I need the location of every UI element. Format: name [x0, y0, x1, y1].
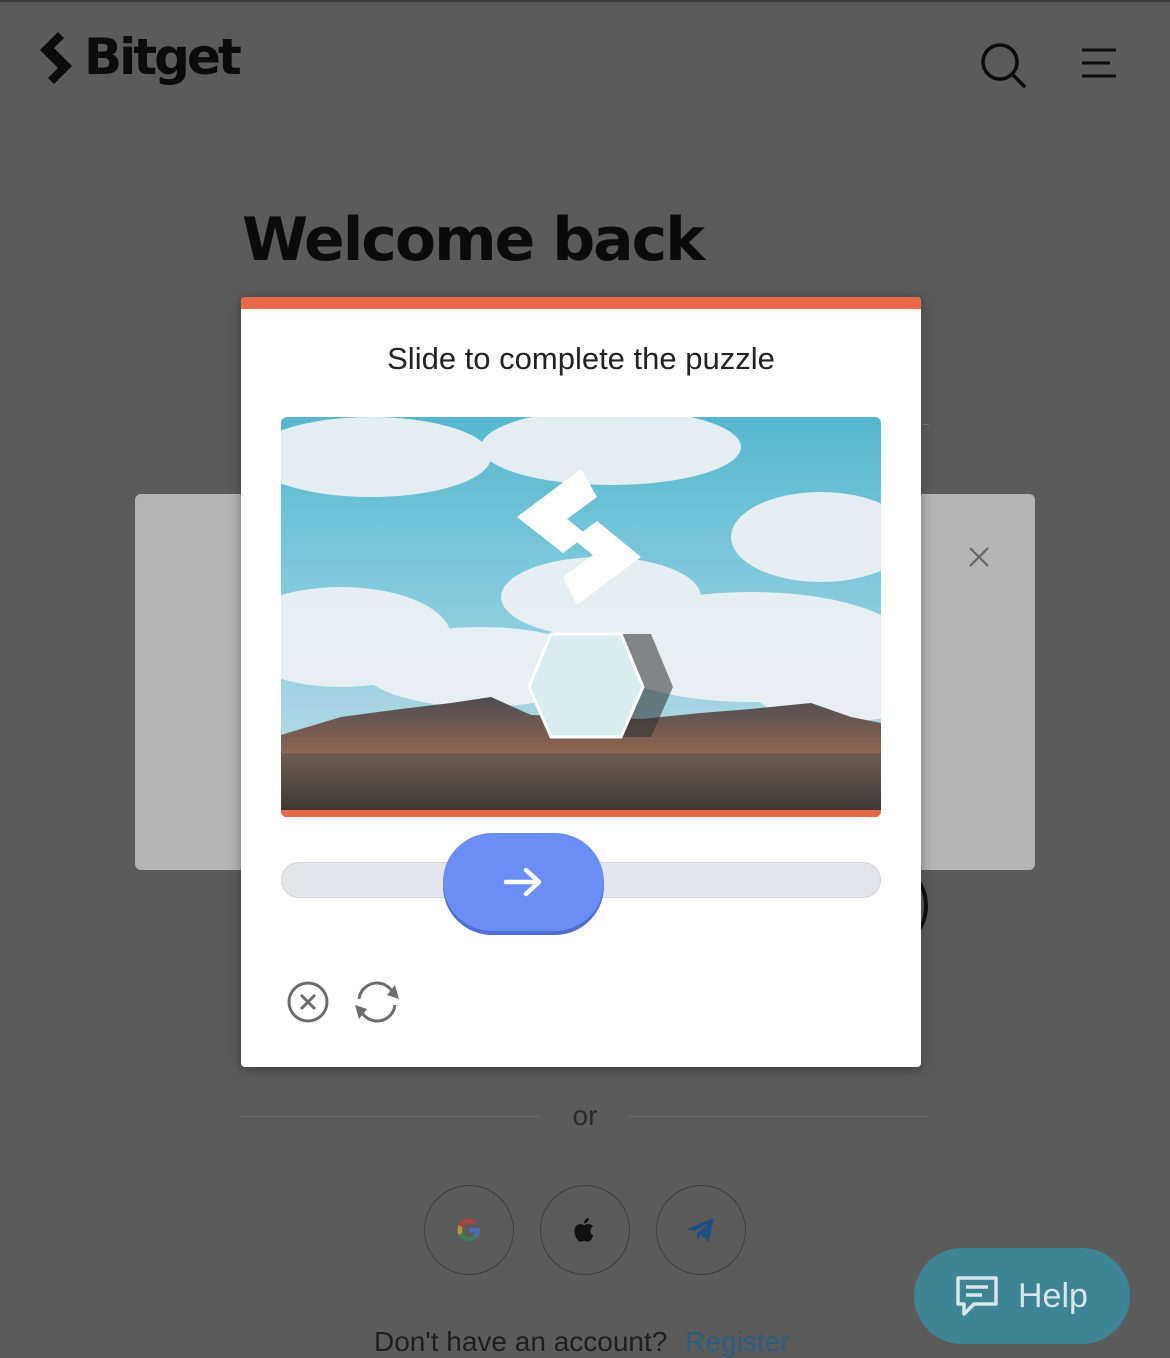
or-label: or — [572, 1100, 598, 1131]
register-prompt: Don't have an account? Register — [374, 1326, 790, 1358]
bitget-logo[interactable]: Bitget — [30, 28, 242, 86]
close-icon[interactable] — [964, 542, 994, 572]
divider — [921, 424, 929, 425]
search-icon[interactable] — [978, 40, 1028, 90]
google-icon — [457, 1218, 480, 1241]
menu-icon[interactable] — [1078, 46, 1118, 80]
divider-right — [628, 1116, 928, 1117]
apple-icon — [574, 1218, 594, 1242]
bitget-logo-icon — [40, 32, 72, 84]
page-title: Welcome back — [242, 205, 705, 275]
slider-handle[interactable] — [443, 833, 604, 931]
close-circle-icon[interactable] — [286, 980, 330, 1024]
no-account-text: Don't have an account? — [374, 1326, 668, 1357]
puzzle-image — [281, 417, 881, 817]
help-button[interactable]: Help — [914, 1248, 1130, 1344]
logo-text: Bitget — [84, 28, 242, 86]
arrow-right-icon — [503, 867, 541, 897]
captcha-accent-bar — [241, 297, 921, 309]
help-label: Help — [1018, 1276, 1088, 1315]
captcha-modal: Slide to complete the puzzle — [241, 297, 921, 1067]
divider-left — [240, 1116, 540, 1117]
telegram-login-button[interactable] — [656, 1185, 746, 1275]
apple-login-button[interactable] — [540, 1185, 630, 1275]
google-login-button[interactable] — [424, 1185, 514, 1275]
chat-icon — [956, 1276, 998, 1316]
telegram-icon — [687, 1218, 714, 1242]
register-link[interactable]: Register — [685, 1326, 789, 1357]
captcha-title: Slide to complete the puzzle — [387, 341, 775, 376]
top-border — [0, 0, 1170, 2]
refresh-icon[interactable] — [351, 977, 403, 1027]
